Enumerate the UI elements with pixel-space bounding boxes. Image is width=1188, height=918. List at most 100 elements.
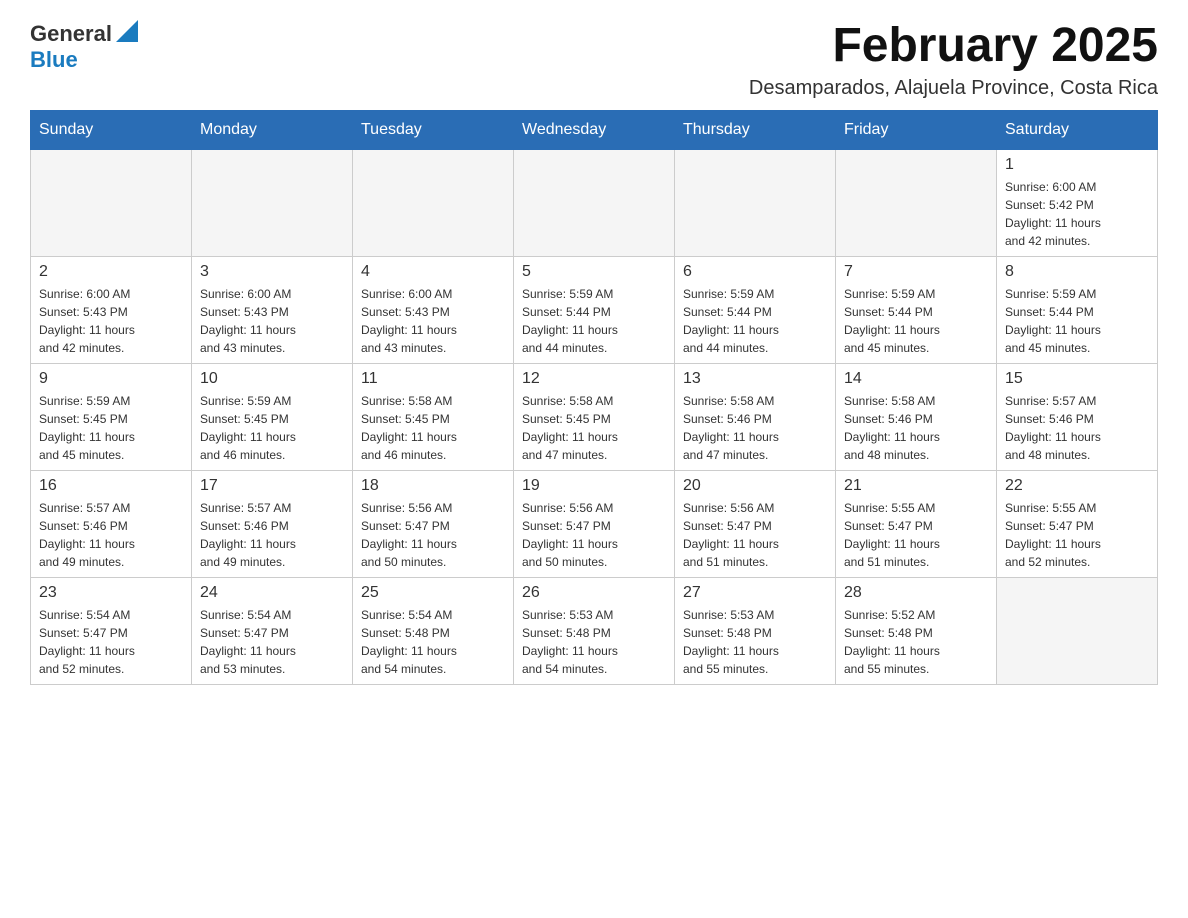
- calendar-cell: 28 Sunrise: 5:52 AMSunset: 5:48 PMDayligh…: [836, 577, 997, 684]
- day-info: Sunrise: 5:58 AMSunset: 5:45 PMDaylight:…: [522, 392, 666, 464]
- day-number: 2: [39, 263, 183, 281]
- logo-general-text: General: [30, 23, 112, 45]
- calendar-cell: 7 Sunrise: 5:59 AMSunset: 5:44 PMDaylight…: [836, 256, 997, 363]
- calendar-cell: 26Sunrise: 5:53 AMSunset: 5:48 PMDayligh…: [514, 577, 675, 684]
- day-info: Sunrise: 5:57 AMSunset: 5:46 PMDaylight:…: [39, 499, 183, 571]
- calendar-cell: [514, 149, 675, 256]
- calendar-cell: 2Sunrise: 6:00 AMSunset: 5:43 PMDaylight…: [31, 256, 192, 363]
- calendar-week-row: 1 Sunrise: 6:00 AMSunset: 5:42 PMDaylight…: [31, 149, 1158, 256]
- calendar-cell: 23Sunrise: 5:54 AMSunset: 5:47 PMDayligh…: [31, 577, 192, 684]
- day-info: Sunrise: 5:53 AMSunset: 5:48 PMDaylight:…: [522, 606, 666, 678]
- calendar-cell: 11 Sunrise: 5:58 AMSunset: 5:45 PMDayligh…: [353, 363, 514, 470]
- day-info: Sunrise: 5:58 AMSunset: 5:46 PMDaylight:…: [844, 392, 988, 464]
- calendar-cell: [836, 149, 997, 256]
- day-info: Sunrise: 5:59 AMSunset: 5:44 PMDaylight:…: [844, 285, 988, 357]
- calendar-cell: 6 Sunrise: 5:59 AMSunset: 5:44 PMDaylight…: [675, 256, 836, 363]
- day-number: 5: [522, 263, 666, 281]
- day-info: Sunrise: 5:59 AMSunset: 5:45 PMDaylight:…: [200, 392, 344, 464]
- day-info: Sunrise: 6:00 AMSunset: 5:43 PMDaylight:…: [361, 285, 505, 357]
- day-info: Sunrise: 5:53 AMSunset: 5:48 PMDaylight:…: [683, 606, 827, 678]
- day-number: 1: [1005, 156, 1149, 174]
- calendar-cell: [997, 577, 1158, 684]
- calendar-cell: [31, 149, 192, 256]
- calendar-cell: [353, 149, 514, 256]
- calendar-week-row: 9 Sunrise: 5:59 AMSunset: 5:45 PMDaylight…: [31, 363, 1158, 470]
- calendar-cell: 18Sunrise: 5:56 AMSunset: 5:47 PMDayligh…: [353, 470, 514, 577]
- day-info: Sunrise: 5:58 AMSunset: 5:45 PMDaylight:…: [361, 392, 505, 464]
- weekday-header-monday: Monday: [192, 110, 353, 149]
- calendar-cell: 1 Sunrise: 6:00 AMSunset: 5:42 PMDaylight…: [997, 149, 1158, 256]
- day-info: Sunrise: 5:59 AMSunset: 5:45 PMDaylight:…: [39, 392, 183, 464]
- calendar-cell: 19 Sunrise: 5:56 AMSunset: 5:47 PMDayligh…: [514, 470, 675, 577]
- calendar-cell: 22Sunrise: 5:55 AMSunset: 5:47 PMDayligh…: [997, 470, 1158, 577]
- page-header: General Blue February 2025 Desamparados,…: [30, 20, 1158, 100]
- day-number: 18: [361, 477, 505, 495]
- calendar-cell: 21Sunrise: 5:55 AMSunset: 5:47 PMDayligh…: [836, 470, 997, 577]
- day-number: 17: [200, 477, 344, 495]
- calendar-cell: 20 Sunrise: 5:56 AMSunset: 5:47 PMDayligh…: [675, 470, 836, 577]
- calendar-cell: 8Sunrise: 5:59 AMSunset: 5:44 PMDaylight…: [997, 256, 1158, 363]
- day-info: Sunrise: 5:54 AMSunset: 5:48 PMDaylight:…: [361, 606, 505, 678]
- day-number: 12: [522, 370, 666, 388]
- logo: General Blue: [30, 20, 138, 73]
- calendar-cell: 24 Sunrise: 5:54 AMSunset: 5:47 PMDayligh…: [192, 577, 353, 684]
- day-number: 11: [361, 370, 505, 388]
- weekday-header-wednesday: Wednesday: [514, 110, 675, 149]
- calendar-cell: 4 Sunrise: 6:00 AMSunset: 5:43 PMDaylight…: [353, 256, 514, 363]
- day-number: 10: [200, 370, 344, 388]
- weekday-header-saturday: Saturday: [997, 110, 1158, 149]
- day-info: Sunrise: 5:59 AMSunset: 5:44 PMDaylight:…: [683, 285, 827, 357]
- day-info: Sunrise: 6:00 AMSunset: 5:42 PMDaylight:…: [1005, 178, 1149, 250]
- day-number: 16: [39, 477, 183, 495]
- calendar-table: SundayMondayTuesdayWednesdayThursdayFrid…: [30, 110, 1158, 685]
- calendar-cell: 14 Sunrise: 5:58 AMSunset: 5:46 PMDayligh…: [836, 363, 997, 470]
- day-number: 14: [844, 370, 988, 388]
- calendar-cell: 9 Sunrise: 5:59 AMSunset: 5:45 PMDaylight…: [31, 363, 192, 470]
- day-number: 28: [844, 584, 988, 602]
- month-title: February 2025: [749, 20, 1158, 73]
- day-number: 24: [200, 584, 344, 602]
- day-number: 9: [39, 370, 183, 388]
- weekday-header-tuesday: Tuesday: [353, 110, 514, 149]
- day-number: 23: [39, 584, 183, 602]
- calendar-cell: 25Sunrise: 5:54 AMSunset: 5:48 PMDayligh…: [353, 577, 514, 684]
- day-number: 3: [200, 263, 344, 281]
- title-section: February 2025 Desamparados, Alajuela Pro…: [749, 20, 1158, 100]
- calendar-cell: 13 Sunrise: 5:58 AMSunset: 5:46 PMDayligh…: [675, 363, 836, 470]
- day-info: Sunrise: 5:58 AMSunset: 5:46 PMDaylight:…: [683, 392, 827, 464]
- day-number: 4: [361, 263, 505, 281]
- day-info: Sunrise: 5:52 AMSunset: 5:48 PMDaylight:…: [844, 606, 988, 678]
- calendar-week-row: 23 Sunrise: 5:54 AMSunset: 5:47 PMDayligh…: [31, 577, 1158, 684]
- day-number: 27: [683, 584, 827, 602]
- day-info: Sunrise: 5:54 AMSunset: 5:47 PMDaylight:…: [200, 606, 344, 678]
- calendar-cell: 3 Sunrise: 6:00 AMSunset: 5:43 PMDaylight…: [192, 256, 353, 363]
- calendar-cell: 16 Sunrise: 5:57 AMSunset: 5:46 PMDayligh…: [31, 470, 192, 577]
- day-number: 15: [1005, 370, 1149, 388]
- logo-blue-text: Blue: [30, 47, 78, 72]
- day-info: Sunrise: 5:57 AMSunset: 5:46 PMDaylight:…: [200, 499, 344, 571]
- calendar-week-row: 2 Sunrise: 6:00 AMSunset: 5:43 PMDaylight…: [31, 256, 1158, 363]
- calendar-cell: [192, 149, 353, 256]
- logo-triangle-icon: [116, 20, 138, 42]
- day-info: Sunrise: 5:56 AMSunset: 5:47 PMDaylight:…: [522, 499, 666, 571]
- calendar-cell: 5Sunrise: 5:59 AMSunset: 5:44 PMDaylight…: [514, 256, 675, 363]
- calendar-cell: 15 Sunrise: 5:57 AMSunset: 5:46 PMDayligh…: [997, 363, 1158, 470]
- calendar-header-row: SundayMondayTuesdayWednesdayThursdayFrid…: [31, 110, 1158, 149]
- day-info: Sunrise: 5:57 AMSunset: 5:46 PMDaylight:…: [1005, 392, 1149, 464]
- day-number: 19: [522, 477, 666, 495]
- day-number: 6: [683, 263, 827, 281]
- day-info: Sunrise: 5:56 AMSunset: 5:47 PMDaylight:…: [683, 499, 827, 571]
- calendar-week-row: 16 Sunrise: 5:57 AMSunset: 5:46 PMDayligh…: [31, 470, 1158, 577]
- calendar-cell: 12 Sunrise: 5:58 AMSunset: 5:45 PMDayligh…: [514, 363, 675, 470]
- weekday-header-sunday: Sunday: [31, 110, 192, 149]
- calendar-cell: 17 Sunrise: 5:57 AMSunset: 5:46 PMDayligh…: [192, 470, 353, 577]
- calendar-cell: 10 Sunrise: 5:59 AMSunset: 5:45 PMDayligh…: [192, 363, 353, 470]
- day-number: 20: [683, 477, 827, 495]
- day-number: 21: [844, 477, 988, 495]
- weekday-header-thursday: Thursday: [675, 110, 836, 149]
- day-number: 13: [683, 370, 827, 388]
- day-info: Sunrise: 6:00 AMSunset: 5:43 PMDaylight:…: [200, 285, 344, 357]
- day-number: 22: [1005, 477, 1149, 495]
- weekday-header-friday: Friday: [836, 110, 997, 149]
- day-number: 7: [844, 263, 988, 281]
